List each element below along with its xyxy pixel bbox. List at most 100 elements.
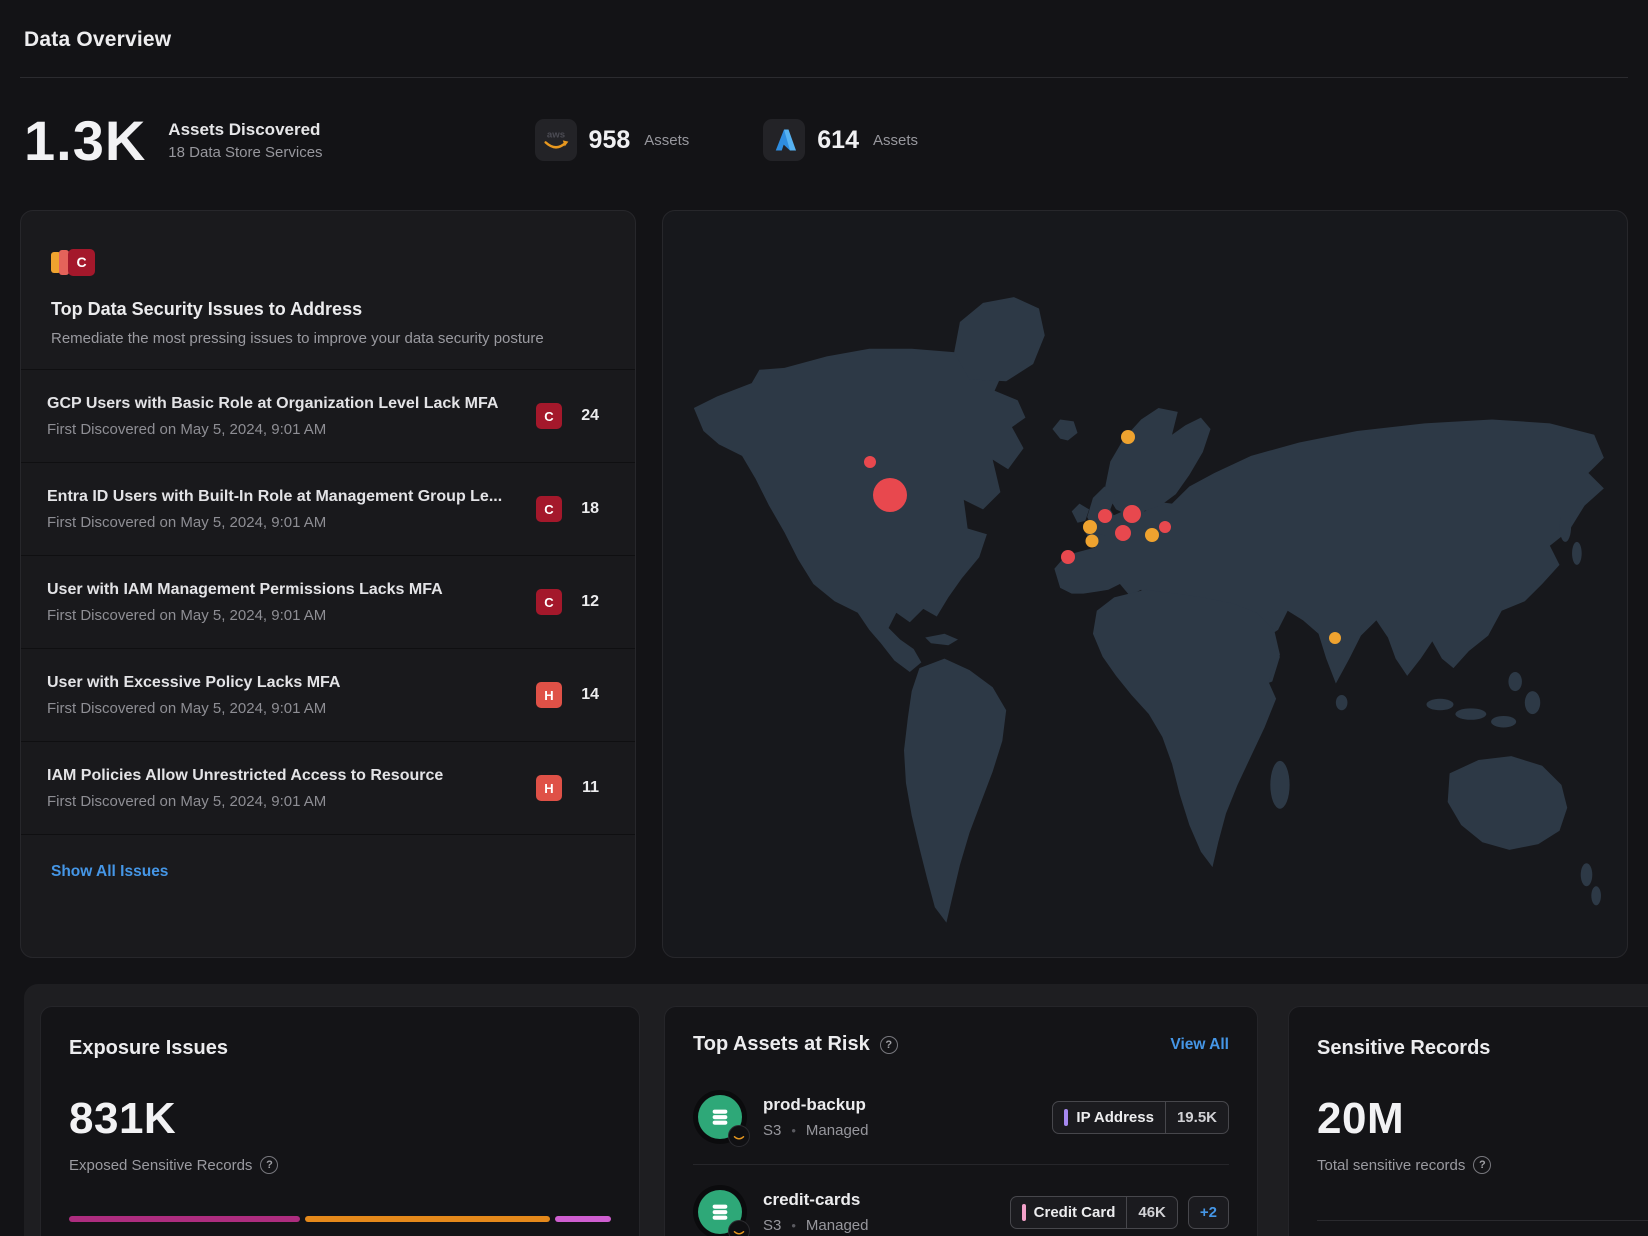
top-issues-card: C Top Data Security Issues to Address Re… (20, 210, 636, 958)
bottom-panel: Exposure Issues 831K Exposed Sensitive R… (24, 984, 1648, 1236)
issues-card-subtitle: Remediate the most pressing issues to im… (51, 330, 605, 347)
aws-mini-badge-icon (728, 1125, 750, 1147)
asset-service: S3 (763, 1122, 781, 1139)
azure-icon (763, 119, 805, 161)
tag-label: IP Address (1076, 1109, 1154, 1126)
issue-title: User with Excessive Policy Lacks MFA (47, 674, 340, 692)
exposure-value: 831K (69, 1094, 611, 1144)
aws-mini-badge-icon (728, 1220, 750, 1236)
exposure-bar-segment (555, 1216, 611, 1222)
azure-asset-unit: Assets (873, 132, 918, 149)
sensitive-value: 20M (1317, 1094, 1648, 1144)
s3-bucket-icon (693, 1185, 747, 1236)
exposure-distribution-bar (69, 1216, 611, 1222)
summary-strip: 1.3K Assets Discovered 18 Data Store Ser… (24, 98, 918, 182)
asset-status: Managed (791, 1122, 868, 1139)
sensitivity-tag-chip[interactable]: Credit Card 46K (1010, 1196, 1178, 1229)
show-all-issues-link[interactable]: Show All Issues (51, 863, 168, 880)
help-icon[interactable]: ? (880, 1036, 898, 1054)
issue-count: 18 (577, 500, 599, 518)
map-location-dot[interactable] (1061, 550, 1075, 564)
severity-badge: C (536, 496, 562, 522)
issue-count: 24 (577, 407, 599, 425)
issue-row[interactable]: User with IAM Management Permissions Lac… (21, 555, 635, 648)
asset-row[interactable]: credit-cards S3 Managed Credit Card 46K … (693, 1164, 1229, 1236)
issue-title: IAM Policies Allow Unrestricted Access t… (47, 767, 443, 785)
s3-bucket-icon (693, 1090, 747, 1144)
issue-title: GCP Users with Basic Role at Organizatio… (47, 395, 497, 413)
map-location-dot[interactable] (1085, 534, 1098, 547)
sensitive-label: Total sensitive records (1317, 1157, 1465, 1174)
assets-card-title: Top Assets at Risk (693, 1033, 870, 1056)
exposure-label: Exposed Sensitive Records (69, 1157, 252, 1174)
provider-aws: aws 958 Assets (535, 119, 690, 161)
world-map-card (662, 210, 1628, 958)
world-map (663, 211, 1627, 957)
issue-row[interactable]: IAM Policies Allow Unrestricted Access t… (21, 741, 635, 834)
map-location-dot[interactable] (873, 478, 907, 512)
map-location-dot[interactable] (1083, 520, 1097, 534)
tag-color-bar (1064, 1109, 1068, 1126)
critical-severity-icon: C (68, 249, 95, 276)
issue-discovered-date: First Discovered on May 5, 2024, 9:01 AM (47, 700, 340, 717)
help-icon[interactable]: ? (260, 1156, 278, 1174)
map-location-dot[interactable] (1121, 430, 1135, 444)
svg-text:aws: aws (546, 130, 564, 141)
map-location-dot[interactable] (864, 456, 876, 468)
map-location-dot[interactable] (1098, 509, 1112, 523)
asset-row[interactable]: prod-backup S3 Managed IP Address 19.5K (693, 1070, 1229, 1164)
issue-count: 11 (577, 779, 599, 797)
page-title: Data Overview (24, 28, 171, 52)
issue-discovered-date: First Discovered on May 5, 2024, 9:01 AM (47, 793, 443, 810)
map-location-dot[interactable] (1145, 528, 1159, 542)
issue-discovered-date: First Discovered on May 5, 2024, 9:01 AM (47, 421, 497, 438)
map-location-dot[interactable] (1115, 525, 1131, 541)
top-assets-card: Top Assets at Risk ? View All (664, 1006, 1258, 1236)
page-header: Data Overview (0, 0, 1648, 78)
severity-stack-icon: C (51, 247, 605, 277)
azure-asset-count: 614 (817, 126, 859, 155)
issue-count: 14 (577, 686, 599, 704)
sensitive-records-card: Sensitive Records 20M Total sensitive re… (1288, 1006, 1648, 1236)
aws-asset-unit: Assets (644, 132, 689, 149)
map-location-dot[interactable] (1329, 632, 1341, 644)
help-icon[interactable]: ? (1473, 1156, 1491, 1174)
map-location-dot[interactable] (1123, 505, 1141, 523)
severity-badge: H (536, 682, 562, 708)
issues-card-title: Top Data Security Issues to Address (51, 299, 605, 320)
assets-total-label: Assets Discovered (168, 120, 322, 140)
provider-azure: 614 Assets (763, 119, 918, 161)
issue-title: Entra ID Users with Built-In Role at Man… (47, 488, 497, 506)
issue-title: User with IAM Management Permissions Lac… (47, 581, 443, 599)
issues-card-footer: Show All Issues (21, 834, 635, 909)
asset-name: credit-cards (763, 1190, 868, 1210)
more-tags-chip[interactable]: +2 (1188, 1196, 1229, 1229)
issue-row[interactable]: User with Excessive Policy Lacks MFA Fir… (21, 648, 635, 741)
aws-asset-count: 958 (589, 126, 631, 155)
issue-discovered-date: First Discovered on May 5, 2024, 9:01 AM (47, 607, 443, 624)
tag-label: Credit Card (1034, 1204, 1116, 1221)
severity-badge: C (536, 589, 562, 615)
sensitive-card-title: Sensitive Records (1317, 1037, 1648, 1060)
severity-badge: H (536, 775, 562, 801)
issue-row[interactable]: Entra ID Users with Built-In Role at Man… (21, 462, 635, 555)
header-divider (20, 77, 1628, 78)
asset-service: S3 (763, 1217, 781, 1234)
view-all-link[interactable]: View All (1170, 1036, 1229, 1054)
tag-value: 19.5K (1165, 1102, 1228, 1133)
issue-count: 12 (577, 593, 599, 611)
map-location-dot[interactable] (1159, 521, 1171, 533)
exposure-bar-segment (69, 1216, 300, 1222)
issue-row[interactable]: GCP Users with Basic Role at Organizatio… (21, 369, 635, 462)
exposure-issues-card: Exposure Issues 831K Exposed Sensitive R… (40, 1006, 640, 1236)
severity-badge: C (536, 403, 562, 429)
exposure-bar-segment (305, 1216, 550, 1222)
asset-name: prod-backup (763, 1095, 868, 1115)
issues-card-header: C Top Data Security Issues to Address Re… (21, 211, 635, 369)
tag-color-bar (1022, 1204, 1026, 1221)
sensitivity-tag-chip[interactable]: IP Address 19.5K (1052, 1101, 1229, 1134)
tag-value: 46K (1126, 1197, 1177, 1228)
assets-total-sublabel: 18 Data Store Services (168, 144, 322, 161)
assets-total-labels: Assets Discovered 18 Data Store Services (168, 120, 322, 161)
aws-icon: aws (535, 119, 577, 161)
